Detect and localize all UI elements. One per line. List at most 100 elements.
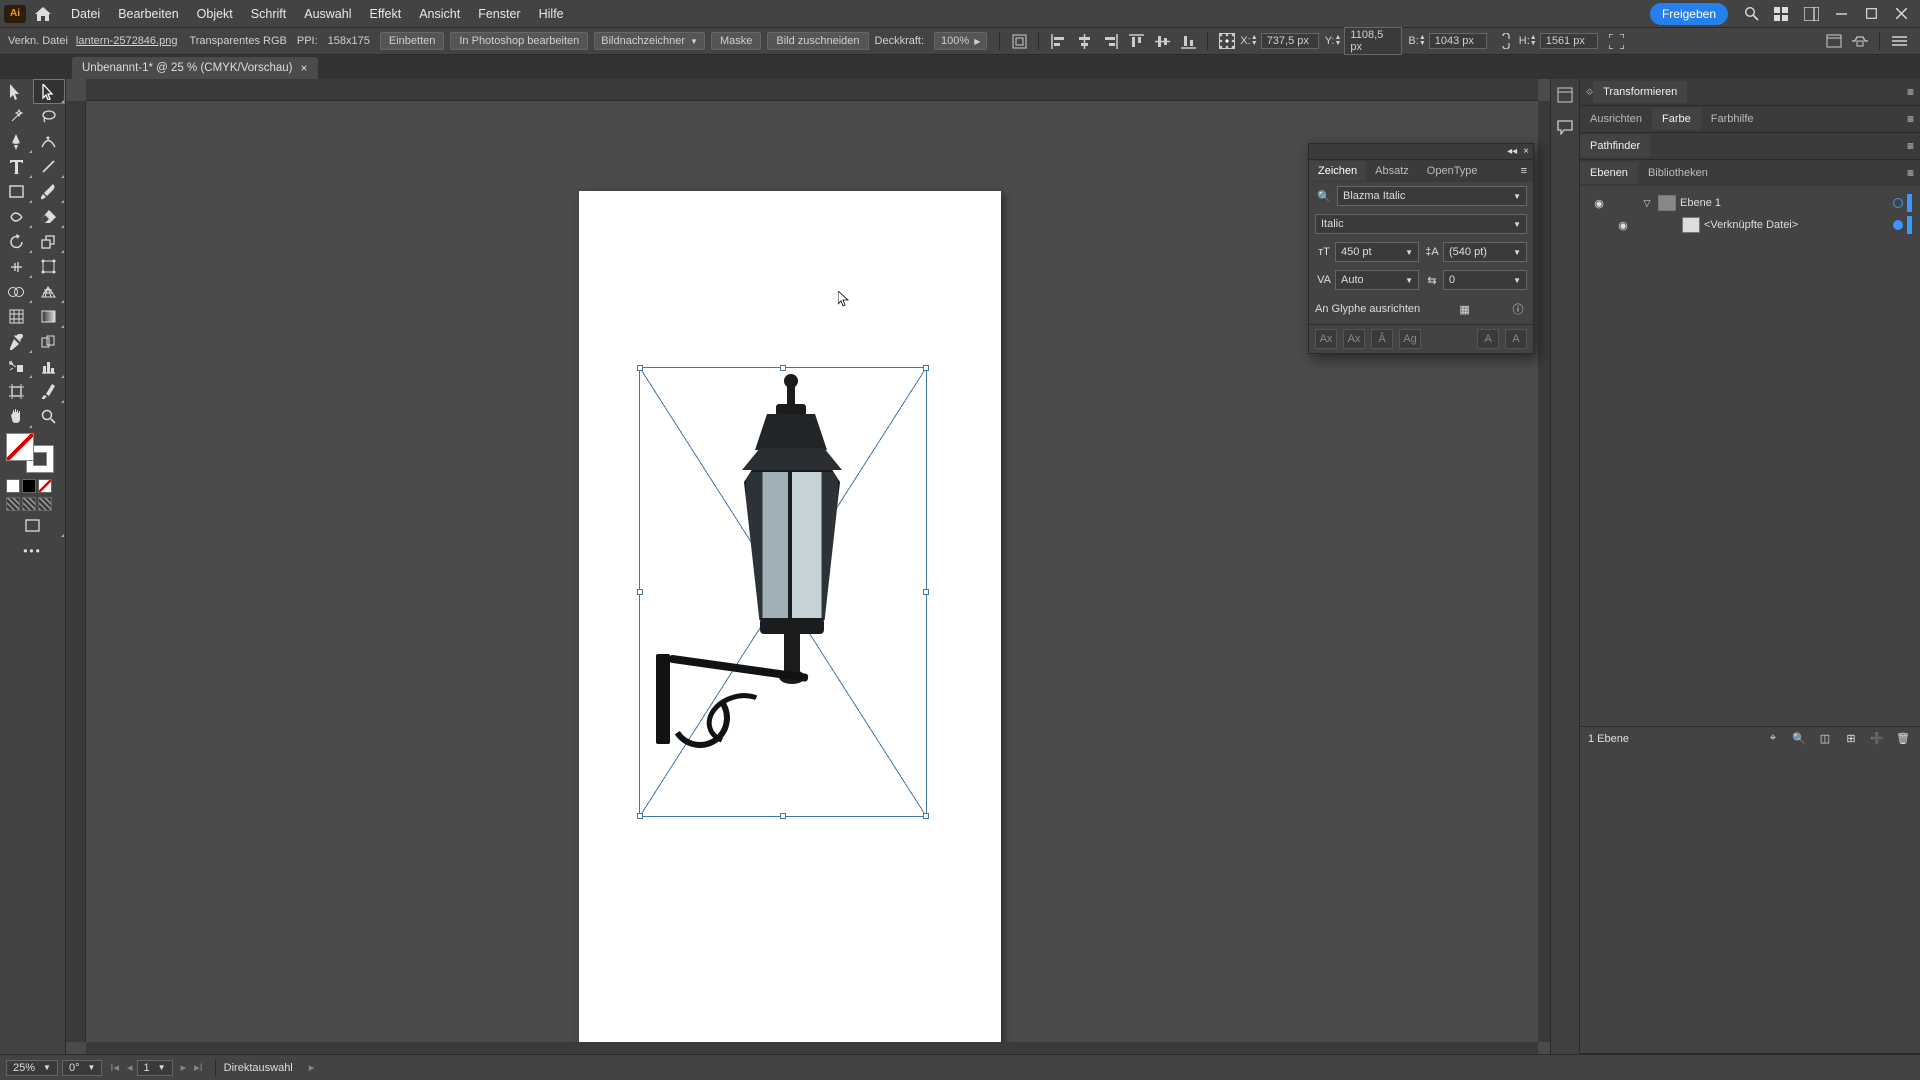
window-close-icon[interactable] [1892,8,1910,19]
resize-handle[interactable] [780,813,786,819]
disclosure-icon[interactable]: ▽ [1640,198,1654,209]
make-clipmask-icon[interactable]: ◫ [1816,732,1834,745]
vertical-ruler[interactable] [66,101,86,1042]
stepper-icon[interactable]: ▲▼ [1530,35,1537,47]
font-style-dropdown[interactable]: Italic▼ [1315,214,1527,234]
align-right-icon[interactable] [1099,30,1121,52]
locate-object-icon[interactable]: ⌖ [1764,732,1782,745]
snap-baseline-icon[interactable]: Ax [1315,329,1337,349]
panel-menu-icon[interactable] [1888,30,1910,52]
menu-datei[interactable]: Datei [62,3,109,25]
layer-row[interactable]: ◉ <Verknüpfte Datei> [1588,214,1912,236]
menu-schrift[interactable]: Schrift [242,3,295,25]
find-layer-icon[interactable]: 🔍 [1790,732,1808,745]
eraser-tool[interactable] [33,204,66,229]
y-field[interactable]: Y:▲▼1108,5 px [1325,27,1405,55]
artboard-nav-field[interactable]: 1▼ [137,1060,173,1076]
symbol-sprayer-tool[interactable] [0,354,33,379]
layer-item-name[interactable]: <Verknüpfte Datei> [1704,219,1889,231]
shaper-tool[interactable] [0,204,33,229]
rotation-dropdown[interactable]: 0°▼ [62,1060,102,1076]
menu-ansicht[interactable]: Ansicht [410,3,469,25]
glyph-grid-icon[interactable]: ▦ [1456,300,1474,318]
menu-objekt[interactable]: Objekt [188,3,242,25]
zoom-dropdown[interactable]: 25%▼ [6,1060,58,1076]
artboard-tool[interactable] [0,379,33,404]
tab-libraries[interactable]: Bibliotheken [1638,162,1718,184]
embed-button[interactable]: Einbetten [380,32,444,50]
stepper-icon[interactable]: ▲▼ [1251,35,1258,47]
resize-handle[interactable] [923,589,929,595]
tab-pathfinder[interactable]: Pathfinder [1580,135,1650,157]
kerning-field[interactable]: Auto▼ [1335,270,1419,290]
align-hcenter-icon[interactable] [1073,30,1095,52]
character-panel[interactable]: ◂◂× Zeichen Absatz OpenType ≡ 🔍 Blazma I… [1308,143,1534,354]
tab-paragraph[interactable]: Absatz [1366,161,1418,181]
resize-handle[interactable] [637,813,643,819]
snap-angular-icon[interactable]: A [1477,329,1499,349]
panel-menu-icon[interactable]: ≡ [1901,139,1920,153]
draw-normal-icon[interactable] [6,497,20,511]
w-field[interactable]: B:▲▼1043 px [1408,33,1488,49]
perspective-grid-tool[interactable] [33,279,66,304]
status-flyout-icon[interactable]: ▸ [305,1061,319,1074]
font-size-field[interactable]: 450 pt▼ [1335,242,1419,262]
horizontal-scrollbar[interactable] [86,1042,1538,1054]
link-wh-icon[interactable] [1495,30,1517,52]
h-field[interactable]: H:▲▼1561 px [1519,33,1600,49]
column-graph-tool[interactable] [33,354,66,379]
selected-linked-image[interactable] [639,367,927,817]
screen-mode-tool[interactable] [0,513,65,538]
free-transform-tool[interactable] [33,254,66,279]
draw-inside-icon[interactable] [38,497,52,511]
tab-align[interactable]: Ausrichten [1580,108,1652,130]
y-value[interactable]: 1108,5 px [1344,27,1402,55]
snap-glyphbounds-icon[interactable]: Â [1371,329,1393,349]
layer-row[interactable]: ◉ ▽ Ebene 1 [1588,192,1912,214]
panel-menu-icon[interactable]: ≡ [1901,85,1920,99]
next-artboard-icon[interactable]: ▸ [177,1061,191,1074]
panel-menu-icon[interactable]: ≡ [1901,112,1920,126]
crop-image-button[interactable]: Bild zuschneiden [767,32,868,50]
curvature-tool[interactable] [33,129,66,154]
mask-button[interactable]: Maske [711,32,761,50]
pen-tool[interactable] [0,129,33,154]
font-family-dropdown[interactable]: Blazma Italic▼ [1337,186,1527,206]
prev-artboard-icon[interactable]: ◂ [123,1061,137,1074]
w-value[interactable]: 1043 px [1429,33,1487,49]
tracking-field[interactable]: 0▼ [1443,270,1527,290]
collapse-icon[interactable]: ◂◂ [1507,146,1517,157]
first-artboard-icon[interactable]: I◂ [106,1061,123,1074]
new-sublayer-icon[interactable]: ⊞ [1842,732,1860,745]
scale-corners-icon[interactable] [1606,30,1628,52]
snap-em-icon[interactable]: Ag [1399,329,1421,349]
tab-opentype[interactable]: OpenType [1418,161,1487,181]
arrange-icon[interactable] [1770,7,1792,21]
window-minimize-icon[interactable] [1832,8,1850,19]
blend-tool[interactable] [33,329,66,354]
lasso-tool[interactable] [33,104,66,129]
stepper-icon[interactable]: ▲▼ [1419,35,1426,47]
menu-hilfe[interactable]: Hilfe [530,3,573,25]
tab-transform[interactable]: Transformieren [1593,81,1687,103]
color-mode-swatch[interactable] [6,479,20,493]
selection-tool[interactable] [0,79,33,104]
scale-tool[interactable] [33,229,66,254]
resize-handle[interactable] [923,813,929,819]
target-icon[interactable] [1893,198,1903,208]
panel-titlebar[interactable]: ◂◂× [1309,144,1533,160]
visibility-toggle-icon[interactable]: ◉ [1612,219,1634,232]
comments-panel-icon[interactable] [1555,117,1575,137]
align-bottom-icon[interactable] [1177,30,1199,52]
edit-toolbar-icon[interactable]: ••• [0,538,65,564]
image-trace-dropdown[interactable]: Bildnachzeichner▼ [594,32,705,50]
leading-field[interactable]: (540 pt)▼ [1443,242,1527,262]
type-tool[interactable] [0,154,33,179]
mesh-tool[interactable] [0,304,33,329]
layer-name[interactable]: Ebene 1 [1680,197,1889,209]
align-vcenter-icon[interactable] [1151,30,1173,52]
gradient-mode-swatch[interactable] [22,479,36,493]
tab-layers[interactable]: Ebenen [1580,162,1638,184]
close-tab-icon[interactable]: × [300,61,307,75]
panel-menu-icon[interactable]: ≡ [1515,165,1533,177]
